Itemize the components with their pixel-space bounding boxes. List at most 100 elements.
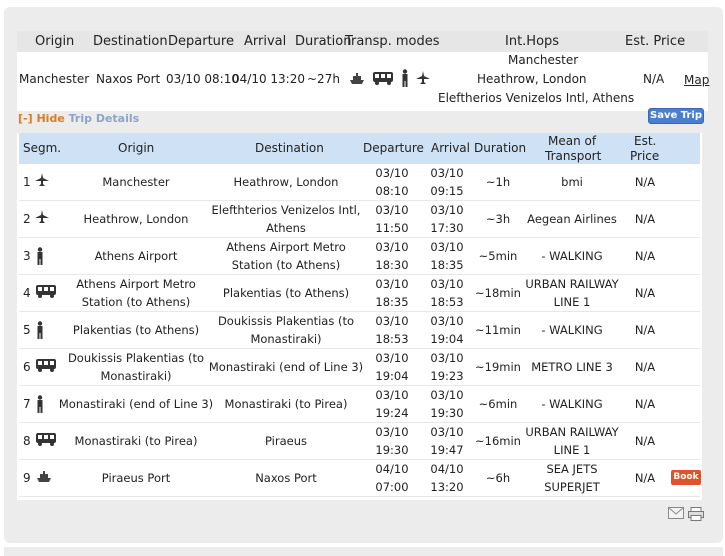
hide-link[interactable]: Hide [36, 112, 64, 125]
segment-row[interactable]: 1 Manchester Heathrow, London 03/10 08:10 03/… [19, 164, 700, 201]
segment-row[interactable]: 9 Piraeus Port Naxos Port 04/10 07:00 04/10 13… [19, 460, 701, 497]
arrival-date: 03/10 [430, 314, 464, 328]
transport-line-1: - WALKING [541, 249, 603, 263]
departure-time: 11:50 [375, 221, 409, 235]
bus-icon [35, 284, 57, 303]
segment-number: 8 [23, 434, 31, 448]
price: N/A [634, 434, 656, 448]
book-button[interactable]: Book [671, 470, 701, 485]
arrival-time: 19:47 [430, 443, 464, 457]
summary-price: N/A [643, 72, 665, 86]
summary-arrival: 04/10 13:20 [232, 72, 305, 86]
header-transp-modes: Transp. modes [345, 34, 440, 49]
summary-row[interactable]: Manchester Naxos Port 03/10 08:10 04/10 … [17, 52, 709, 111]
price: N/A [634, 397, 656, 411]
departure-date: 03/10 [375, 277, 409, 291]
destination-line-1: Monastiraki (end of Line 3) [208, 360, 364, 374]
header-origin: Origin [118, 141, 155, 155]
destination-line-1: Heathrow, London [233, 175, 339, 189]
plane-icon [416, 71, 430, 88]
departure-date: 03/10 [375, 314, 409, 328]
price: N/A [634, 471, 656, 485]
summary-transport-icons [348, 69, 430, 90]
header-destination: Destination [93, 34, 168, 49]
origin-line-1: Monastiraki (end of Line 3) [58, 397, 214, 411]
map-link[interactable]: Map [684, 73, 709, 87]
email-icon[interactable] [668, 507, 684, 524]
segment-row[interactable]: 2 Heathrow, London Elefthterios Venizelos … [19, 201, 700, 238]
int-hop-1: Manchester [508, 53, 579, 67]
destination-line-2: Athens [266, 221, 306, 235]
arrival-date: 03/10 [430, 388, 464, 402]
transport-line-2: SUPERJET [544, 480, 600, 494]
origin-line-1: Piraeus Port [101, 471, 171, 485]
segment-number: 3 [23, 249, 31, 263]
summary-header: Origin Destination Departure Arrival Dur… [17, 31, 708, 52]
arrival-time: 17:30 [430, 221, 464, 235]
arrival-time: 19:30 [430, 406, 464, 420]
summary-departure: 03/10 08:10 [166, 72, 239, 86]
walking-icon [35, 321, 45, 344]
destination-line-1: Elefthterios Venizelos Intl, [211, 203, 361, 217]
bus-icon [35, 432, 57, 451]
origin-line-1: Monastiraki (to Pirea) [74, 434, 198, 448]
arrival-date: 03/10 [430, 351, 464, 365]
origin-line-2: Monastiraki) [100, 369, 172, 383]
trip-details-label: Trip Details [68, 112, 140, 125]
segment-row[interactable]: 5 Plakentias (to Athens) Doukissis Plakent… [19, 312, 700, 349]
header-origin: Origin [35, 34, 75, 49]
header-est-price: Est. Price [625, 34, 686, 49]
walking-icon [400, 69, 410, 90]
toggle-bracket: [-] [18, 112, 33, 125]
segment-number: 9 [23, 471, 31, 485]
destination-line-1: Piraeus [264, 434, 307, 448]
plane-icon [35, 173, 49, 192]
header-segm: Segm. [23, 141, 62, 155]
segment-row[interactable]: 4 Athens Airport Metro Station (to Athens)… [19, 275, 700, 312]
origin-line-1: Heathrow, London [83, 212, 189, 226]
save-trip-button[interactable]: Save Trip [648, 108, 704, 124]
destination-line-1: Monastiraki (to Pirea) [224, 397, 348, 411]
segment-row[interactable]: 7 Monastiraki (end of Line 3) Monastiraki … [19, 386, 700, 423]
price: N/A [634, 323, 656, 337]
int-hop-2: Heathrow, London [477, 72, 587, 86]
arrival-time: 19:23 [430, 369, 464, 383]
bottom-strip [4, 547, 723, 556]
origin-line-1: Plakentias (to Athens) [72, 323, 200, 337]
bus-icon [372, 71, 394, 88]
summary-duration: ~27h [307, 72, 340, 86]
segment-row[interactable]: 6 Doukissis Plakentias (to Monastiraki) Mon… [19, 349, 700, 386]
header-departure: Departure [363, 141, 424, 155]
origin-line-2: Station (to Athens) [81, 295, 191, 309]
price: N/A [634, 286, 656, 300]
header-departure: Departure [168, 34, 234, 49]
summary-destination: Naxos Port [96, 72, 161, 86]
ship-icon [35, 469, 53, 488]
transport-line-1: Aegean Airlines [527, 212, 617, 226]
transport-line-1: URBAN RAILWAY [525, 425, 619, 439]
origin-line-1: Athens Airport [94, 249, 178, 263]
arrival-date: 03/10 [430, 240, 464, 254]
segment-row[interactable]: 8 Monastiraki (to Pirea) Piraeus 03/10 19:30… [19, 423, 700, 460]
departure-time: 18:53 [375, 332, 409, 346]
origin-line-1: Manchester [102, 175, 170, 189]
int-hop-3: Eleftherios Venizelos Intl, Athens [438, 91, 635, 105]
departure-date: 03/10 [375, 425, 409, 439]
footer-icons [668, 507, 704, 524]
walking-icon [35, 395, 45, 418]
arrival-date: 03/10 [430, 277, 464, 291]
arrival-time: 18:35 [430, 258, 464, 272]
details-header: Segm. Origin Destination Departure Arriv… [19, 133, 700, 164]
segment-number: 2 [23, 212, 31, 226]
segment-number: 5 [23, 323, 31, 337]
departure-date: 04/10 [375, 462, 409, 476]
price: N/A [634, 249, 656, 263]
destination-line-2: Station (to Athens) [231, 258, 341, 272]
transport-line-1: URBAN RAILWAY [525, 277, 619, 291]
print-icon[interactable] [688, 507, 704, 524]
segment-row[interactable]: 3 Athens Airport Athens Airport Metro Stati… [19, 238, 700, 275]
origin-line-1: Doukissis Plakentias (to [67, 351, 205, 365]
header-duration: Duration [474, 141, 527, 155]
arrival-time: 19:04 [430, 332, 464, 346]
trip-details-toggle[interactable]: [-] Hide Trip Details [18, 112, 139, 125]
